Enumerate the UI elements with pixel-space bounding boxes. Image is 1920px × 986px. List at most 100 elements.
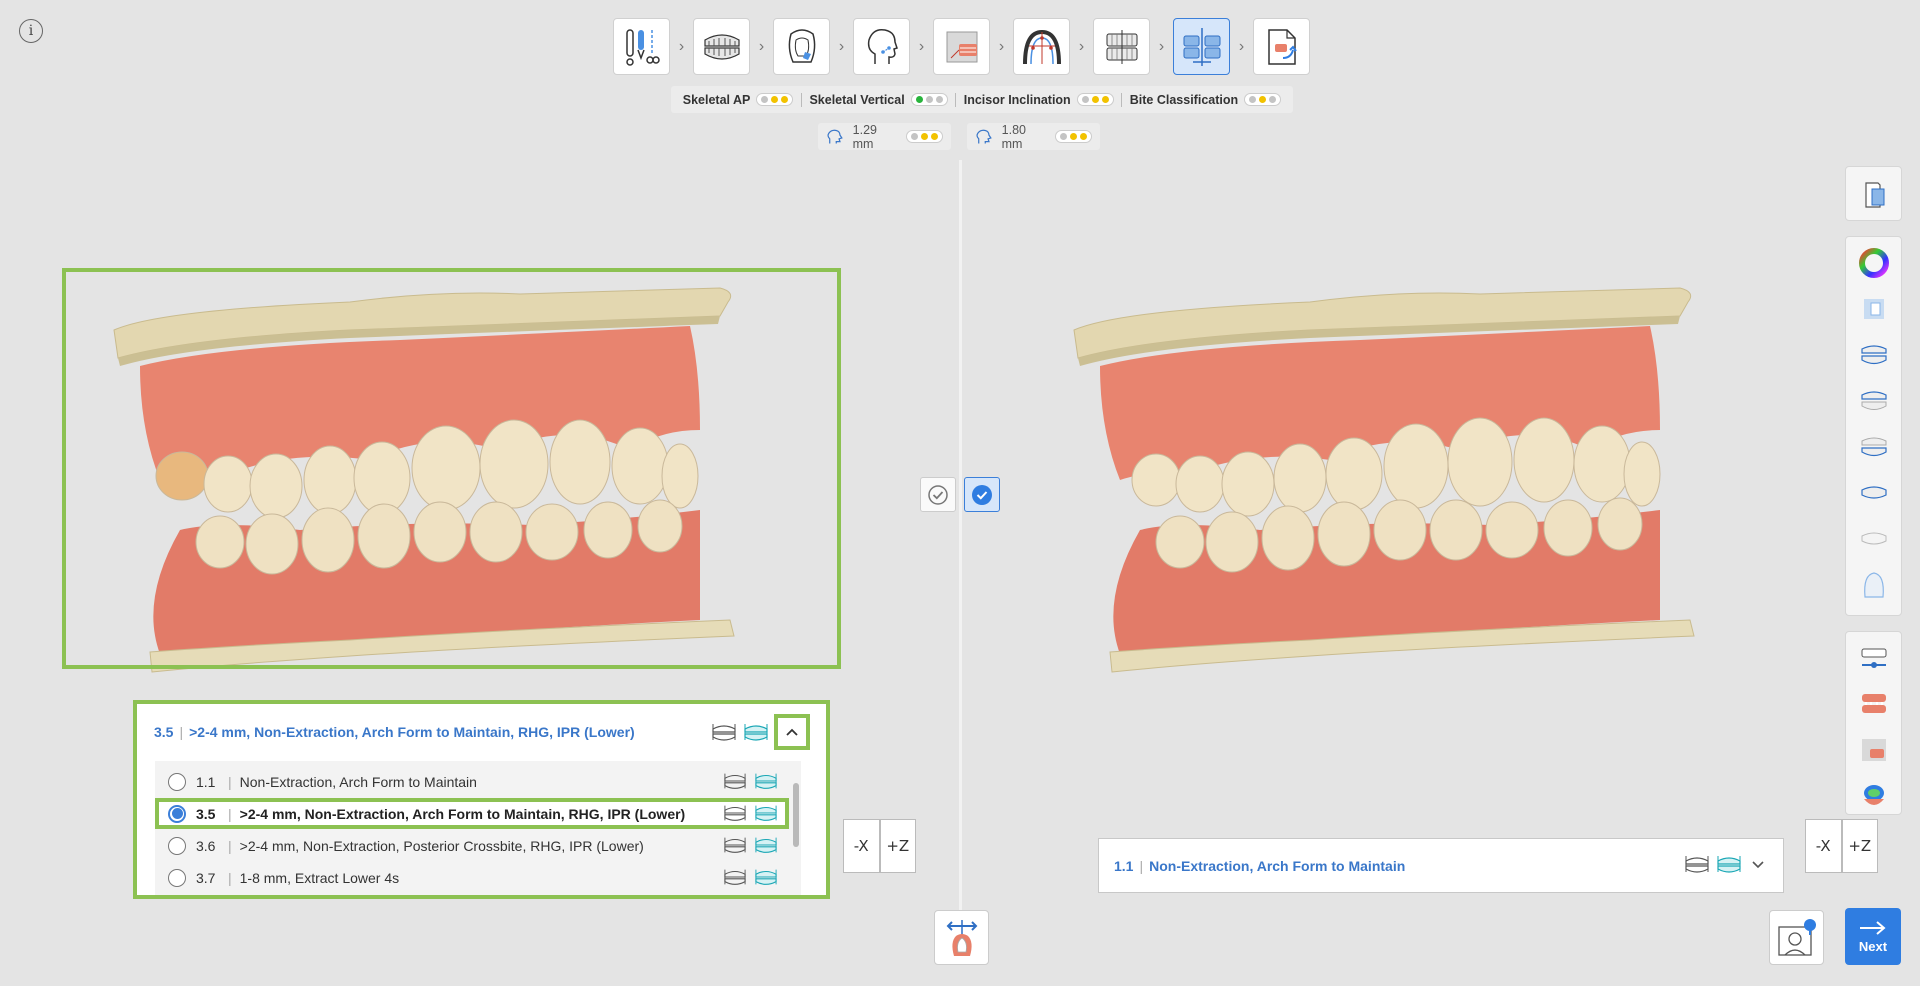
- upper-lower-arch-icon[interactable]: [1683, 852, 1711, 876]
- aligner-arch-icon[interactable]: [753, 866, 779, 888]
- upper-lower-arch-icon[interactable]: [722, 866, 748, 888]
- upper-lower-arch-icon[interactable]: [722, 834, 748, 856]
- separator: |: [228, 805, 232, 822]
- aligner-arch-icon[interactable]: [753, 802, 779, 824]
- export-step[interactable]: [1253, 18, 1310, 75]
- jaw-models-step[interactable]: [693, 18, 750, 75]
- status-dots: [756, 93, 794, 106]
- right-dental-model[interactable]: [1060, 280, 1710, 680]
- separator: |: [228, 773, 232, 790]
- divider: [800, 92, 802, 107]
- chevron-right-icon: ›: [918, 37, 925, 55]
- bite-classification-item[interactable]: Bite Classification: [1129, 92, 1282, 107]
- row-icons: [722, 866, 779, 888]
- divider: [955, 92, 957, 107]
- xray-overlay-step[interactable]: [933, 18, 990, 75]
- status-dots: [1076, 93, 1114, 106]
- tooth-segmentation-step[interactable]: [773, 18, 830, 75]
- face-scan-button[interactable]: [1856, 778, 1892, 814]
- status-dots: [906, 130, 943, 143]
- viewport-divider[interactable]: [959, 160, 962, 960]
- chevron-down-icon[interactable]: [1747, 853, 1769, 875]
- cube-face-minus-x[interactable]: -X: [843, 819, 880, 873]
- occlusion-step[interactable]: [1093, 18, 1150, 75]
- plan-option[interactable]: 3.6 | >2-4 mm, Non-Extraction, Posterior…: [155, 830, 789, 861]
- arch-analysis-icon: [1022, 29, 1061, 64]
- collapse-button[interactable]: [774, 714, 810, 750]
- scan-tools-step[interactable]: [613, 18, 670, 75]
- classification-label: Skeletal Vertical: [809, 92, 905, 107]
- lower-arch-button[interactable]: [1856, 429, 1892, 465]
- chevron-right-icon: ›: [1078, 37, 1085, 55]
- radio-button-checked[interactable]: [168, 804, 186, 823]
- gum-teeth-icon: [1861, 694, 1886, 713]
- plan-label: Non-Extraction, Arch Form to Maintain: [1149, 857, 1406, 874]
- skeletal-vertical-item[interactable]: Skeletal Vertical: [809, 92, 948, 107]
- both-arches-button[interactable]: [1856, 337, 1892, 373]
- select-left-plan-button[interactable]: [920, 477, 956, 512]
- info-icon[interactable]: i: [19, 19, 43, 43]
- export-icon: [1267, 28, 1297, 65]
- radio-button[interactable]: [168, 836, 186, 855]
- cube-face-plus-z[interactable]: +Z: [879, 819, 916, 873]
- plan-option[interactable]: 3.7 | 1-8 mm, Extract Lower 4s: [155, 862, 789, 893]
- arch-slider-icon: [1861, 648, 1886, 668]
- left-measurement[interactable]: 1.29 mm: [818, 123, 951, 151]
- right-orientation-cube[interactable]: -X +Z: [1805, 819, 1878, 873]
- chevron-right-icon: ›: [998, 37, 1005, 55]
- cephalometric-step[interactable]: [853, 18, 910, 75]
- row-icons: [722, 770, 779, 792]
- skeletal-ap-item[interactable]: Skeletal AP: [683, 93, 794, 107]
- upper-faded-button[interactable]: [1856, 521, 1892, 557]
- radio-button[interactable]: [168, 772, 186, 791]
- plan-number: 3.5: [154, 724, 174, 740]
- chevron-up-icon: [786, 728, 798, 736]
- row-icons: [722, 834, 779, 856]
- plan-compare-step[interactable]: [1173, 18, 1230, 75]
- cube-face-plus-z[interactable]: +Z: [1841, 819, 1878, 873]
- arch-analysis-step[interactable]: [1013, 18, 1070, 75]
- upper-lower-arch-icon[interactable]: [722, 770, 748, 792]
- upper-lower-arch-icon[interactable]: [710, 720, 738, 744]
- gum-view-button[interactable]: [1856, 686, 1892, 722]
- upper-lower-arch-icon[interactable]: [722, 802, 748, 824]
- right-plan-dropdown[interactable]: 1.1 | Non-Extraction, Arch Form to Maint…: [1098, 838, 1784, 893]
- occlusal-arch-icon: [1863, 572, 1884, 598]
- occlusal-view-button[interactable]: [1856, 567, 1892, 603]
- status-dots: [910, 93, 948, 106]
- plan-option[interactable]: 1.1 | Non-Extraction, Arch Form to Maint…: [155, 766, 789, 797]
- left-orientation-cube[interactable]: -X +Z: [843, 819, 916, 873]
- color-button[interactable]: [1856, 245, 1892, 281]
- plan-options-list[interactable]: 1.1 | Non-Extraction, Arch Form to Maint…: [155, 761, 801, 895]
- plan-option-label: Non-Extraction, Arch Form to Maintain: [239, 773, 477, 790]
- tooth-movement-button[interactable]: [934, 910, 989, 965]
- next-button[interactable]: Next: [1845, 908, 1901, 965]
- incisor-inclination-item[interactable]: Incisor Inclination: [964, 93, 1114, 107]
- aligner-arch-icon[interactable]: [742, 720, 770, 744]
- aligner-arch-icon[interactable]: [753, 770, 779, 792]
- xray-view-button[interactable]: [1856, 732, 1892, 768]
- plan-option-label: 1-8 mm, Extract Lower 4s: [239, 869, 400, 886]
- toolbar-group-display: [1845, 236, 1902, 616]
- occlusion-view-button[interactable]: [1856, 475, 1892, 511]
- xray-icon: [946, 31, 977, 62]
- select-right-plan-button[interactable]: [964, 477, 1000, 512]
- arch-slider-button[interactable]: [1856, 640, 1892, 676]
- left-plan-header[interactable]: 3.5 | >2-4 mm, Non-Extraction, Arch Form…: [137, 704, 826, 760]
- radio-button[interactable]: [168, 868, 186, 887]
- dental-arch-icon: [703, 33, 740, 60]
- texture-button[interactable]: [1856, 291, 1892, 327]
- cube-face-minus-x[interactable]: -X: [1805, 819, 1842, 873]
- faded-arch-icon: [1861, 532, 1886, 545]
- aligner-arch-icon[interactable]: [1715, 852, 1743, 876]
- list-scrollbar[interactable]: [793, 783, 799, 847]
- classification-label: Bite Classification: [1129, 92, 1239, 107]
- color-wheel-icon: [1858, 248, 1889, 278]
- plan-option-selected[interactable]: 3.5 | >2-4 mm, Non-Extraction, Arch Form…: [155, 798, 789, 829]
- compare-views-button[interactable]: [1856, 177, 1892, 213]
- upper-arch-button[interactable]: [1856, 383, 1892, 419]
- right-measurement[interactable]: 1.80 mm: [967, 123, 1100, 151]
- aligner-arch-icon[interactable]: [753, 834, 779, 856]
- tooth-segment-icon: [788, 28, 815, 63]
- consultation-button[interactable]: [1769, 910, 1824, 965]
